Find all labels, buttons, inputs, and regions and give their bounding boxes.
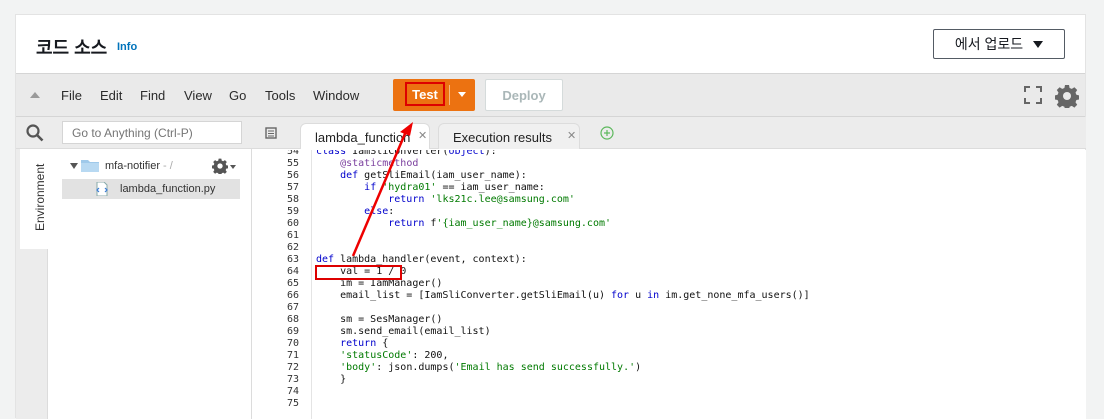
goto-anything-input[interactable] [62,121,242,144]
menu-find[interactable]: Find [140,88,165,103]
test-button-label[interactable]: Test [405,82,445,106]
code-line: email_list = [IamSliConverter.getSliEmai… [316,290,810,301]
code-line: @staticmethod [340,158,419,169]
ide-menubar: File Edit Find View Go Tools Window Test… [16,73,1085,117]
line-number: 57 [286,182,299,193]
line-number: 69 [286,326,299,337]
tab-execution-results[interactable]: Execution results ✕ [438,123,580,149]
add-tab-icon[interactable] [600,126,614,140]
line-number: 60 [286,218,299,229]
file-tree: mfa-notifier - / lambda_function.py [48,149,252,419]
upload-from-label: 에서 업로드 [954,36,1024,52]
line-number: 73 [286,374,299,385]
menu-view[interactable]: View [184,88,212,103]
line-number: 65 [286,278,299,289]
collapse-up-icon[interactable] [30,92,40,98]
line-number: 70 [286,338,299,349]
code-line: return 'lks21c.lee@samsung.com' [388,194,575,205]
line-number: 58 [286,194,299,205]
line-number: 61 [286,230,299,241]
close-tab-icon[interactable]: ✕ [418,129,427,142]
line-number: 72 [286,362,299,373]
code-line: sm.send_email(email_list) [316,326,491,337]
python-file-icon [96,182,108,196]
line-number: 62 [286,242,299,253]
page-title: 코드 소스 [36,38,108,58]
highlight-val-box [315,265,402,280]
line-number: 54 [286,150,299,157]
upload-from-button[interactable]: 에서 업로드 [933,29,1065,59]
test-button-divider [449,85,450,105]
line-number: 56 [286,170,299,181]
line-number: 68 [286,314,299,325]
settings-gear-icon[interactable] [1055,84,1079,108]
line-number: 75 [286,398,299,409]
code-line: 'body': json.dumps('Email has send succe… [340,362,642,373]
folder-path-suffix: - / [163,160,173,172]
environment-label: Environment [33,163,47,231]
menu-go[interactable]: Go [229,88,246,103]
line-number: 64 [286,266,299,277]
code-line: else: [364,206,395,217]
panel-header: 코드 소스 Info 에서 업로드 [16,15,1085,73]
deploy-button[interactable]: Deploy [485,79,563,111]
line-number: 59 [286,206,299,217]
code-line: if 'hydra01' == iam_user_name: [364,182,545,193]
folder-icon [81,160,99,172]
close-tab-icon[interactable]: ✕ [567,129,576,142]
goto-search-row [16,117,252,149]
file-item-lambda-function[interactable]: lambda_function.py [62,179,240,199]
tab-label: Execution results [453,130,552,145]
test-button[interactable]: Test [393,79,475,111]
environment-strip: Environment [16,149,48,419]
tab-lambda-function[interactable]: lambda_function ✕ [300,123,430,149]
code-source-panel: 코드 소스 Info 에서 업로드 File Edit Find View Go… [15,14,1086,419]
menu-window[interactable]: Window [313,88,359,103]
code-line: 'statusCode': 200, [340,350,449,361]
menu-tools[interactable]: Tools [265,88,295,103]
code-line: return f'{iam_user_name}@samsung.com' [388,218,612,229]
folder-name[interactable]: mfa-notifier [105,160,160,172]
editor-tabbar: lambda_function ✕ Execution results ✕ [252,117,1086,149]
menu-file[interactable]: File [61,88,82,103]
code-line: } [316,374,347,385]
folder-expand-caret-icon[interactable] [70,163,78,169]
tab-label: lambda_function [315,130,411,145]
code-line: class IamSliConverter(object): [316,150,497,157]
file-name: lambda_function.py [120,183,216,195]
search-icon [26,124,44,142]
line-number: 67 [286,302,299,313]
line-number: 66 [286,290,299,301]
line-number: 63 [286,254,299,265]
line-number: 71 [286,350,299,361]
tree-gear-caret-icon[interactable] [230,165,236,169]
caret-down-icon [1033,40,1044,48]
code-line: def getSliEmail(iam_user_name): [340,170,527,181]
tab-list-icon[interactable] [264,126,278,140]
code-line: return { [340,338,389,349]
test-dropdown-caret-icon[interactable] [458,92,466,97]
line-number: 74 [286,386,299,397]
line-number: 55 [286,158,299,169]
tree-settings-gear-icon[interactable] [212,158,228,174]
code-area[interactable]: 54 class IamSliConverter(object): 55 @stat… [252,150,1086,419]
menu-edit[interactable]: Edit [100,88,122,103]
fullscreen-expand-icon[interactable] [1024,86,1042,104]
info-link[interactable]: Info [117,41,137,53]
code-line: sm = SesManager() [316,314,443,325]
